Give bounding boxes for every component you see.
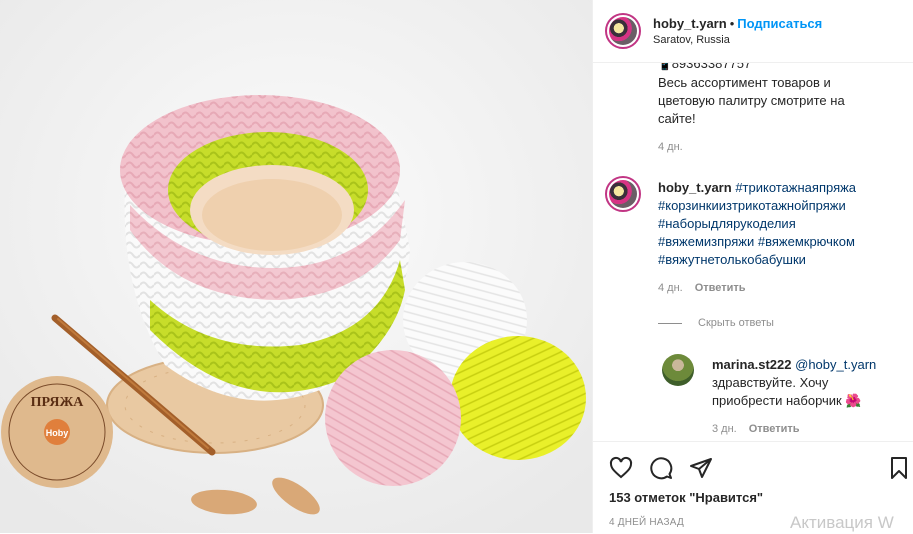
divider-line xyxy=(658,322,682,324)
yarn-label-tag: ПРЯЖА Hoby xyxy=(1,376,113,488)
tag-brand: Hoby xyxy=(46,428,69,438)
hide-replies-label: Скрыть ответы xyxy=(698,317,774,329)
hashtag-link[interactable]: #трикотажнаяпряжа xyxy=(735,180,856,195)
caption-line: сайте! xyxy=(658,111,696,126)
author-username[interactable]: hoby_t.yarn xyxy=(653,16,727,31)
comment-item: hoby_t.yarn #трикотажнаяпряжа #корзинкии… xyxy=(658,179,856,297)
hashtag-link[interactable]: #корзинкиизтрикотажнойпряжи xyxy=(658,197,856,215)
comment-icon[interactable] xyxy=(649,456,673,480)
phone-icon: 📱 xyxy=(658,63,672,71)
pink-yarn-ball xyxy=(325,350,461,486)
reply-item: marina.st222 @hoby_t.yarn здравствуйте. … xyxy=(712,356,876,438)
reply-time: 3 дн. xyxy=(712,423,737,435)
follow-button[interactable]: Подписаться xyxy=(737,16,822,31)
mention-link[interactable]: @hoby_t.yarn xyxy=(795,357,876,372)
post-side-panel: hoby_t.yarn • Подписаться Saratov, Russia … xyxy=(592,0,913,533)
phone-number: 89363387757 xyxy=(671,63,752,71)
activation-watermark: Активация W xyxy=(790,513,894,532)
reply-button[interactable]: Ответить xyxy=(749,423,800,435)
author-avatar[interactable] xyxy=(605,13,641,49)
likes-count[interactable]: 153 отметок "Нравится" xyxy=(593,490,913,505)
bookmark-icon[interactable] xyxy=(887,456,911,480)
caption-time: 4 дн. xyxy=(658,141,683,153)
reply-button[interactable]: Ответить xyxy=(695,282,746,294)
crochet-basket-photo: ПРЯЖА Hoby xyxy=(0,0,592,533)
reply-text-line: здравствуйте. Хочу xyxy=(712,375,829,390)
post-photo[interactable]: ПРЯЖА Hoby xyxy=(0,0,592,533)
share-icon[interactable] xyxy=(689,456,713,480)
hashtag-link[interactable]: #наборыдлярукоделия xyxy=(658,215,856,233)
hashtag-link[interactable]: #вяжутнетолькобабушки xyxy=(658,251,856,269)
heart-icon[interactable] xyxy=(609,456,633,480)
separator-dot: • xyxy=(729,16,735,31)
crochet-basket xyxy=(120,95,410,401)
hashtag-link[interactable]: #вяжемкрючком xyxy=(758,234,855,249)
caption-line: цветовую палитру смотрите на xyxy=(658,93,845,108)
comment-avatar[interactable] xyxy=(605,176,641,212)
reply-avatar[interactable] xyxy=(662,354,694,386)
caption-text: 📱89363387757 Весь ассортимент товаров и … xyxy=(658,63,845,156)
hide-replies-button[interactable]: Скрыть ответы xyxy=(658,317,774,329)
comment-username[interactable]: hoby_t.yarn xyxy=(658,180,732,195)
flower-emoji-icon: 🌺 xyxy=(845,393,862,408)
tag-title: ПРЯЖА xyxy=(31,395,85,410)
hashtag-link[interactable]: #вяжемизпряжи xyxy=(658,234,754,249)
location-link[interactable]: Saratov, Russia xyxy=(653,34,822,46)
comments-list[interactable]: 📱89363387757 Весь ассортимент товаров и … xyxy=(593,63,913,440)
reply-username[interactable]: marina.st222 xyxy=(712,357,792,372)
yellow-yarn-ball xyxy=(450,336,586,460)
caption-line: Весь ассортимент товаров и xyxy=(658,75,831,90)
comment-time: 4 дн. xyxy=(658,282,683,294)
post-header: hoby_t.yarn • Подписаться Saratov, Russia xyxy=(593,0,913,63)
reply-text-line: приобрести наборчик xyxy=(712,393,842,408)
